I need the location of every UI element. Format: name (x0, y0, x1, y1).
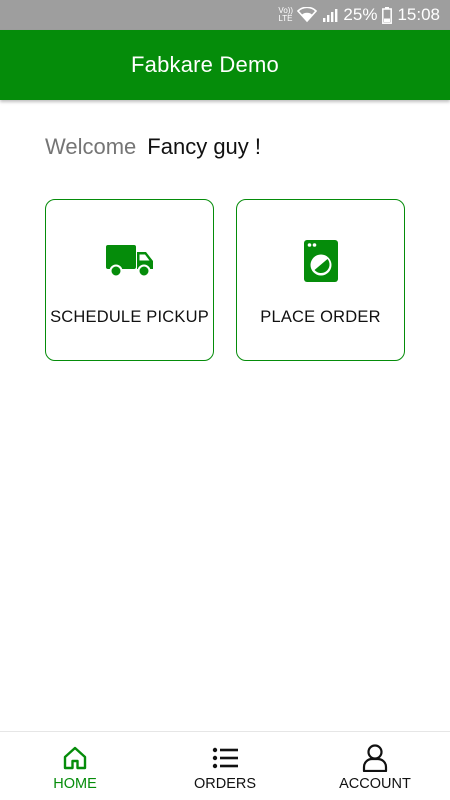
place-order-button[interactable]: PLACE ORDER (236, 199, 405, 361)
user-icon (362, 744, 388, 772)
status-bar: Vo)) LTE 25% 15:08 (0, 0, 450, 30)
nav-home-label: HOME (53, 776, 97, 792)
truck-icon (105, 240, 154, 282)
app-bar: Fabkare Demo (0, 30, 450, 100)
wifi-icon (297, 7, 318, 23)
volte-indicator: Vo)) LTE (278, 6, 294, 23)
welcome-label: Welcome (45, 134, 137, 159)
user-name: Fancy guy ! (147, 134, 262, 159)
washing-machine-icon (303, 240, 338, 282)
list-icon (212, 744, 238, 772)
app-title: Fabkare Demo (131, 52, 279, 77)
nav-account[interactable]: ACCOUNT (300, 732, 450, 800)
nav-account-label: ACCOUNT (339, 776, 411, 792)
welcome-message: Welcome Fancy guy ! (45, 134, 261, 160)
nav-home[interactable]: HOME (0, 732, 150, 800)
schedule-pickup-label: SCHEDULE PICKUP (50, 308, 209, 326)
signal-icon (322, 7, 338, 23)
nav-orders[interactable]: ORDERS (150, 732, 300, 800)
schedule-pickup-button[interactable]: SCHEDULE PICKUP (45, 199, 214, 361)
bottom-navigation: HOME ORDERS ACCOUNT (0, 731, 450, 800)
battery-icon (382, 6, 393, 24)
nav-orders-label: ORDERS (193, 776, 257, 792)
place-order-label: PLACE ORDER (260, 308, 381, 326)
home-icon (62, 744, 88, 772)
clock: 15:08 (397, 5, 440, 24)
battery-percent: 25% (343, 5, 378, 24)
